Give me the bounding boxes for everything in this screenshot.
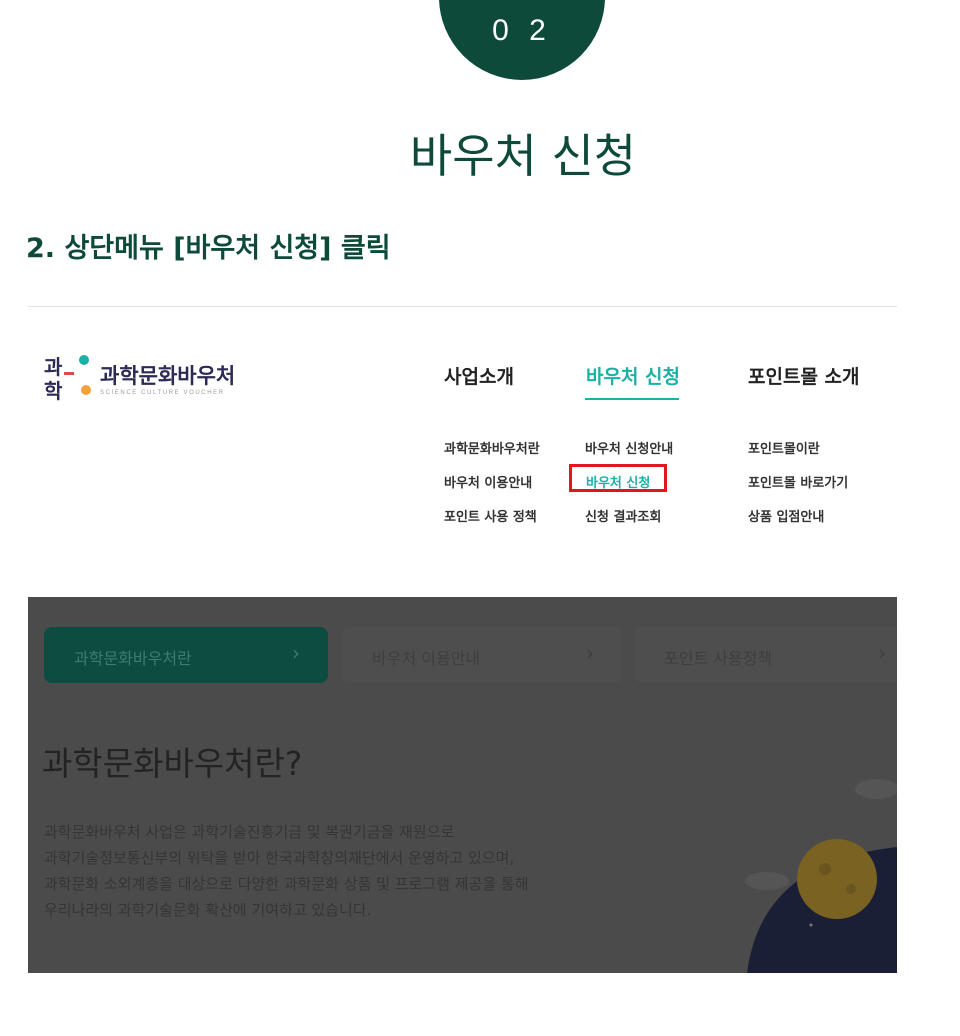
tab-about-voucher[interactable]: 과학문화바우처란 ›	[44, 627, 328, 683]
logo-mark-icon: 과 학	[44, 355, 91, 403]
page-title: 바우처 신청	[409, 129, 637, 183]
svg-text:학: 학	[44, 379, 63, 403]
tab-label: 포인트 사용정책	[664, 649, 773, 668]
body-line: 과학문화 소외계층을 대상으로 다양한 과학문화 상품 및 프로그램 제공을 통…	[44, 875, 529, 893]
nav-menu-about[interactable]: 사업소개	[444, 362, 514, 389]
body-line: 우리나라의 과학기술문화 확산에 기여하고 있습니다.	[44, 901, 372, 919]
submenu-result-check[interactable]: 신청 결과조회	[585, 506, 661, 525]
submenu-about-voucher[interactable]: 과학문화바우처란	[444, 438, 540, 457]
submenu-pointmall-intro[interactable]: 포인트몰이란	[748, 438, 820, 457]
nav-menu-pointmall[interactable]: 포인트몰 소개	[748, 362, 860, 389]
chevron-right-icon: ›	[292, 641, 300, 665]
highlight-box	[569, 464, 667, 492]
body-line: 과학문화바우처 사업은 과학기술진흥기금 및 복권기금을 재원으로	[44, 823, 455, 841]
submenu-usage-guide[interactable]: 바우처 이용안내	[444, 472, 532, 491]
tab-label: 바우처 이용안내	[372, 649, 481, 668]
content-overlay-panel: 과학문화바우처란 › 바우처 이용안내 › 포인트 사용정책 › 과학문화바우처…	[28, 597, 897, 973]
section-body: 과학문화바우처 사업은 과학기술진흥기금 및 복권기금을 재원으로 과학기술정보…	[44, 819, 529, 923]
nav-menu-voucher-apply[interactable]: 바우처 신청	[586, 362, 680, 389]
logo-name: 과학문화바우처	[100, 364, 236, 388]
tab-label: 과학문화바우처란	[74, 649, 192, 668]
tab-usage-guide[interactable]: 바우처 이용안내 ›	[342, 627, 622, 683]
step-instruction: 2. 상단메뉴 [바우처 신청] 클릭	[26, 233, 391, 264]
divider	[28, 306, 897, 307]
chevron-right-icon: ›	[878, 641, 886, 665]
submenu-point-policy[interactable]: 포인트 사용 정책	[444, 506, 537, 525]
active-menu-underline	[585, 398, 679, 400]
submenu-pointmall-link[interactable]: 포인트몰 바로가기	[748, 472, 848, 491]
submenu-apply-guide[interactable]: 바우처 신청안내	[585, 438, 673, 457]
chevron-right-icon: ›	[586, 641, 594, 665]
tab-point-policy[interactable]: 포인트 사용정책 ›	[634, 627, 897, 683]
logo-tagline: SCIENCE CULTURE VOUCHER	[100, 390, 225, 396]
section-heading: 과학문화바우처란?	[42, 744, 303, 783]
body-line: 과학기술정보통신부의 위탁을 받아 한국과학창의재단에서 운영하고 있으며,	[44, 849, 515, 867]
submenu-product-entry[interactable]: 상품 입점안내	[748, 506, 824, 525]
step-badge: 0 2	[439, 0, 605, 80]
site-logo[interactable]: 과 학 과학문화바우처 SCIENCE CULTURE VOUCHER	[42, 348, 252, 404]
step-number: 0 2	[492, 14, 552, 47]
planet-illustration	[745, 779, 897, 973]
svg-text:과: 과	[44, 355, 63, 379]
